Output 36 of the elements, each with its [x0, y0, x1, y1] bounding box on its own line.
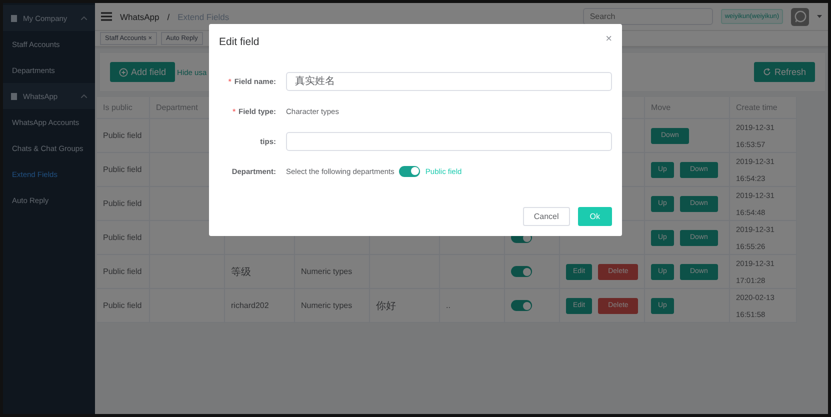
refresh-icon — [763, 68, 772, 76]
table-cell: Public field — [103, 233, 142, 242]
table-cell: richard202 — [231, 301, 269, 310]
table-cell-text: 等级 — [231, 266, 251, 278]
table-cell: Public field — [103, 165, 142, 174]
table-cell: Numeric types — [301, 267, 352, 276]
input-field[interactable] — [286, 132, 612, 150]
plus-circle-icon — [119, 68, 128, 76]
group-icon — [11, 14, 17, 22]
add-field-button[interactable]: Add field — [110, 62, 176, 82]
cancel-button[interactable]: Cancel — [522, 207, 570, 226]
search-field[interactable]: Search — [582, 8, 713, 25]
table-cell: Public field — [103, 267, 142, 276]
ok-button[interactable]: Ok — [578, 207, 612, 226]
table-cell-text: 你好 — [376, 300, 396, 312]
table-cell: Numeric types — [301, 301, 352, 310]
breadcrumb-separator: / — [167, 12, 170, 22]
dialog-title: Edit field — [219, 36, 260, 48]
table-cell: Public field — [103, 199, 142, 208]
caret-icon — [81, 94, 87, 98]
table-cell: Public field — [103, 301, 142, 310]
toggle-switch[interactable] — [511, 266, 532, 277]
avatar[interactable] — [791, 8, 809, 26]
refresh-button[interactable]: Refresh — [754, 62, 815, 82]
input-field[interactable]: 真实姓名 — [286, 72, 612, 90]
table-cell: .. — [446, 301, 450, 310]
close-button[interactable]: × — [606, 33, 612, 45]
breadcrumb-item[interactable]: WhatsApp — [120, 12, 160, 22]
toggle-switch[interactable] — [511, 300, 532, 311]
group-icon — [11, 92, 17, 100]
caret-icon — [81, 16, 87, 20]
chat-icon — [794, 10, 806, 23]
menu-icon[interactable] — [101, 12, 112, 21]
toggle-switch[interactable] — [399, 166, 420, 176]
table-cell: Public field — [103, 131, 142, 140]
caret-icon[interactable] — [817, 15, 822, 18]
